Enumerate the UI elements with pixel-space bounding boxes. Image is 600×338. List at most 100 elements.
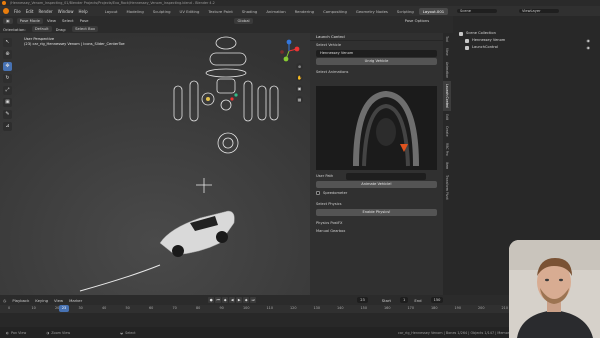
speedometer-row[interactable]: Speedometer: [310, 189, 443, 197]
3d-viewport[interactable]: User Perspective (23) car_rig_Hennessey …: [0, 33, 453, 295]
user-path-label: User Path: [316, 174, 334, 178]
menu-help[interactable]: Help: [78, 9, 87, 14]
rotate-tool-icon[interactable]: ↻: [3, 74, 12, 83]
menu-file[interactable]: File: [14, 9, 21, 14]
outliner-item-launchcontrol[interactable]: LaunchControl ◉: [453, 44, 600, 51]
frame-tick: 170: [407, 306, 414, 310]
speedometer-checkbox[interactable]: [316, 191, 320, 195]
menu-timeline-view[interactable]: View: [54, 298, 63, 303]
jump-start-icon[interactable]: ⏮: [215, 297, 222, 303]
orientation-dropdown[interactable]: Default: [31, 26, 52, 32]
jump-end-icon[interactable]: ⏭: [250, 297, 257, 303]
user-path-input[interactable]: [346, 172, 426, 180]
tab-edit[interactable]: Edit: [443, 111, 451, 123]
viewport-scene: [0, 33, 310, 295]
navigation-gizmo[interactable]: [276, 38, 302, 64]
visibility-eye-icon[interactable]: ◉: [587, 44, 591, 51]
pose-options[interactable]: Pose Options: [405, 18, 430, 23]
scene-field[interactable]: Scene: [457, 9, 497, 13]
prev-key-icon[interactable]: ◆: [222, 297, 229, 303]
status-zoom-view: Zoom View: [51, 330, 71, 335]
frame-tick: 50: [125, 306, 130, 310]
editor-type-icon[interactable]: ▣: [3, 17, 13, 24]
manual-gearbox-header[interactable]: Manual Gearbox: [310, 227, 443, 235]
tab-geometry-nodes[interactable]: Geometry Nodes: [352, 8, 392, 15]
tab-view[interactable]: View: [443, 45, 451, 59]
timeline-editor-icon[interactable]: ◷: [3, 298, 6, 303]
tab-uv-editing[interactable]: UV Editing: [176, 8, 204, 15]
frame-tick: 10: [31, 306, 36, 310]
frame-tick: 70: [172, 306, 177, 310]
menu-pose[interactable]: Pose: [80, 18, 89, 23]
tab-layout[interactable]: Layout: [101, 8, 122, 15]
outliner-item-scene-collection[interactable]: Scene Collection: [453, 30, 600, 37]
tab-rendering[interactable]: Rendering: [291, 8, 318, 15]
menu-window[interactable]: Window: [58, 9, 74, 14]
transform-tool-icon[interactable]: ▣: [3, 98, 12, 107]
camera-view-icon[interactable]: ▣: [296, 85, 303, 92]
drag-dropdown[interactable]: Select Box: [72, 26, 99, 32]
tab-shading[interactable]: Shading: [238, 8, 261, 15]
tab-scripting[interactable]: Scripting: [393, 8, 418, 15]
launch-control-title[interactable]: Launch Control: [310, 33, 443, 41]
tab-texture-paint[interactable]: Texture Paint: [204, 8, 237, 15]
measure-tool-icon[interactable]: ⊿: [3, 122, 12, 131]
end-frame-field[interactable]: 150: [430, 297, 444, 303]
playhead[interactable]: 23: [59, 305, 70, 312]
physics-postfx-header[interactable]: Physics PostFX: [310, 219, 443, 227]
tab-sculpting[interactable]: Sculpting: [149, 8, 175, 15]
play-icon[interactable]: ▶: [236, 297, 243, 303]
tab-create[interactable]: Create: [443, 123, 451, 140]
pan-hand-icon[interactable]: ✋: [296, 74, 303, 81]
start-frame-field[interactable]: 1: [400, 297, 409, 303]
vehicle-dropdown[interactable]: Hennessey Venom: [316, 50, 437, 57]
collection-icon: [465, 38, 469, 43]
current-frame-field[interactable]: 23: [357, 297, 368, 303]
frame-tick: 30: [78, 306, 83, 310]
tweak-tool-icon[interactable]: ↖: [3, 38, 12, 47]
transform-orientation-dropdown[interactable]: Global: [234, 17, 253, 24]
play-reverse-icon[interactable]: ◀: [229, 297, 236, 303]
blender-menu-icon[interactable]: [3, 8, 9, 14]
menu-edit[interactable]: Edit: [26, 9, 34, 14]
tab-layout-001[interactable]: Layout.001: [418, 7, 449, 15]
select-physics-header[interactable]: Select Physics: [310, 200, 443, 208]
next-key-icon[interactable]: ◆: [243, 297, 250, 303]
zoom-icon[interactable]: ⊕: [296, 63, 303, 70]
frame-tick: 150: [360, 306, 367, 310]
animation-preview-thumbnail[interactable]: [316, 86, 437, 170]
menu-select[interactable]: Select: [62, 18, 74, 23]
menu-view[interactable]: View: [47, 18, 56, 23]
select-animations-header[interactable]: Select Animations: [310, 68, 443, 76]
select-vehicle-header[interactable]: Select Vehicle: [310, 41, 443, 49]
scale-tool-icon[interactable]: ⤢: [3, 86, 12, 95]
tab-launch-control[interactable]: Launch Control: [443, 81, 451, 112]
enable-physics-button[interactable]: Enable Physics!: [316, 209, 437, 216]
outliner-item-hennessey[interactable]: Hennessey Venom ◉: [453, 37, 600, 44]
menu-marker[interactable]: Marker: [69, 298, 82, 303]
tab-rbc-pro[interactable]: RBC Pro: [443, 140, 451, 159]
cursor-tool-icon[interactable]: ⊕: [3, 50, 12, 59]
collection-icon: [465, 45, 469, 50]
tab-tool[interactable]: Tool: [443, 33, 451, 45]
ortho-grid-icon[interactable]: ▦: [296, 96, 303, 103]
view-layer-field[interactable]: ViewLayer: [519, 9, 559, 13]
tab-item[interactable]: Item: [443, 159, 451, 172]
tab-transform-pivot[interactable]: Transform Pivot: [443, 172, 451, 203]
menu-keying[interactable]: Keying: [35, 298, 48, 303]
tab-modeling[interactable]: Modeling: [123, 8, 148, 15]
move-tool-icon[interactable]: ✥: [3, 62, 12, 71]
menu-playback[interactable]: Playback: [12, 298, 29, 303]
sidebar-tabs: Tool View Animation Launch Control Edit …: [443, 33, 453, 295]
tab-animation-sidebar[interactable]: Animation: [443, 59, 451, 81]
menu-render[interactable]: Render: [38, 9, 52, 14]
drag-label: Drag:: [55, 26, 67, 32]
unrig-vehicle-button[interactable]: Unrig Vehicle: [316, 58, 437, 65]
mode-dropdown[interactable]: Pose Mode: [16, 17, 43, 24]
annotate-tool-icon[interactable]: ✎: [3, 110, 12, 119]
record-icon[interactable]: ●: [208, 297, 215, 303]
animate-vehicle-button[interactable]: Animate Vehicle!: [316, 181, 437, 188]
tab-compositing[interactable]: Compositing: [319, 8, 351, 15]
visibility-eye-icon[interactable]: ◉: [587, 37, 591, 44]
tab-animation[interactable]: Animation: [262, 8, 289, 15]
